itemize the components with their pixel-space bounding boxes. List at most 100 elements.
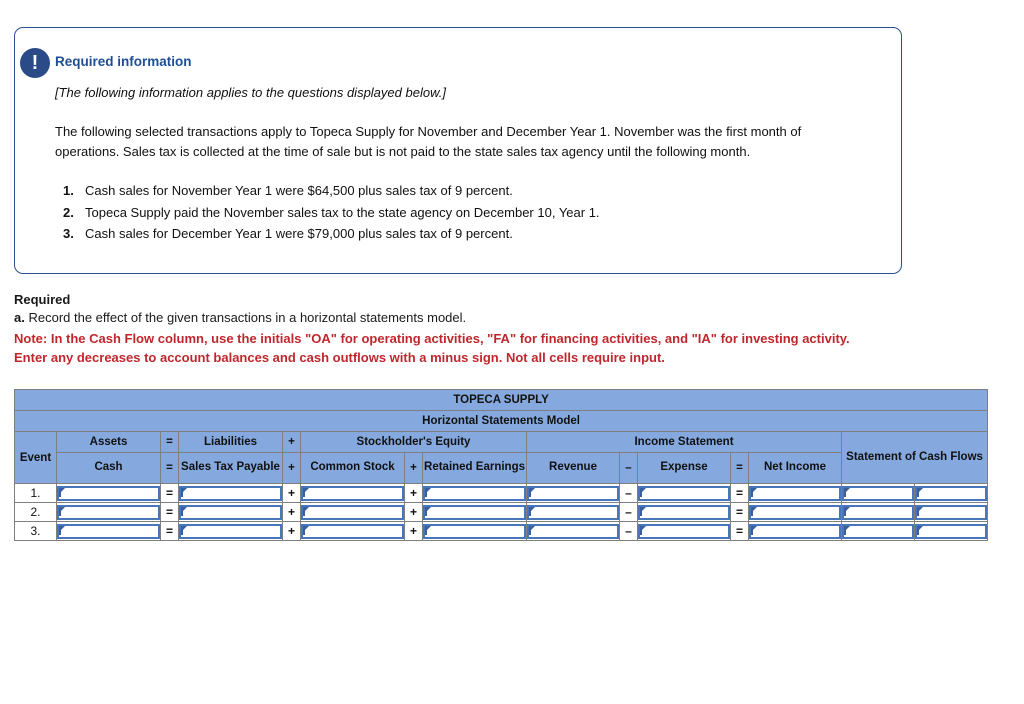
- liabilities-group-header: Liabilities: [178, 431, 283, 453]
- table-row: 1. = + + – =: [14, 483, 989, 503]
- common-stock-input-cell[interactable]: [300, 521, 405, 541]
- income-statement-group-header: Income Statement: [526, 431, 842, 453]
- cash-flow-amount-input-cell[interactable]: [841, 521, 915, 541]
- expense-input[interactable]: [638, 523, 730, 539]
- horizontal-statements-model-table: TOPECA SUPPLY Horizontal Statements Mode…: [13, 389, 989, 541]
- required-item-a: a. Record the effect of the given transa…: [14, 309, 904, 327]
- cash-flow-amount-input-cell[interactable]: [841, 483, 915, 503]
- common-stock-input-cell[interactable]: [300, 502, 405, 522]
- exclamation-glyph: !: [31, 52, 39, 74]
- cash-flow-activity-input-cell[interactable]: [913, 483, 989, 503]
- retained-earnings-input[interactable]: [423, 485, 526, 501]
- required-item-label: a.: [14, 310, 25, 325]
- plus-operator-1: +: [282, 521, 301, 541]
- cash-input[interactable]: [57, 485, 160, 501]
- sales-tax-payable-input-cell[interactable]: [178, 521, 283, 541]
- revenue-input-cell[interactable]: [526, 502, 620, 522]
- row-number: 2.: [14, 502, 57, 522]
- expense-column-header: Expense: [637, 452, 731, 484]
- equals-operator-2: =: [730, 483, 749, 503]
- net-income-input-cell[interactable]: [748, 483, 842, 503]
- cash-flow-amount-input[interactable]: [842, 485, 914, 501]
- company-title: TOPECA SUPPLY: [13, 389, 989, 411]
- common-stock-column-header: Common Stock: [300, 452, 405, 484]
- cash-input[interactable]: [57, 504, 160, 520]
- minus-operator: –: [619, 502, 638, 522]
- sales-tax-payable-input[interactable]: [179, 485, 282, 501]
- plus-operator-subheader-1: +: [282, 452, 301, 484]
- expense-input-cell[interactable]: [637, 521, 731, 541]
- net-income-input[interactable]: [749, 504, 841, 520]
- common-stock-input[interactable]: [301, 504, 404, 520]
- callout-italic-note: [The following information applies to th…: [55, 85, 446, 100]
- equals-operator: =: [160, 502, 179, 522]
- retained-earnings-column-header: Retained Earnings: [422, 452, 527, 484]
- table-row: 3. = + + – =: [14, 521, 989, 541]
- plus-operator-header: +: [282, 431, 301, 453]
- cash-flow-activity-input-cell[interactable]: [913, 521, 989, 541]
- revenue-input-cell[interactable]: [526, 521, 620, 541]
- expense-input[interactable]: [638, 504, 730, 520]
- table-subtitle-row: Horizontal Statements Model: [13, 410, 989, 432]
- required-section: Required a. Record the effect of the giv…: [14, 292, 904, 368]
- net-income-input[interactable]: [749, 523, 841, 539]
- revenue-input-cell[interactable]: [526, 483, 620, 503]
- retained-earnings-input-cell[interactable]: [422, 502, 527, 522]
- required-item-text: Record the effect of the given transacti…: [28, 310, 467, 325]
- plus-operator-2: +: [404, 483, 423, 503]
- required-heading: Required: [14, 292, 71, 307]
- equals-operator-header: =: [160, 431, 179, 453]
- list-item: Cash sales for December Year 1 were $79,…: [63, 223, 513, 245]
- common-stock-input[interactable]: [301, 485, 404, 501]
- net-income-input-cell[interactable]: [748, 521, 842, 541]
- group-header-row: Event Assets = Liabilities + Stockholder…: [14, 431, 989, 484]
- expense-input-cell[interactable]: [637, 502, 731, 522]
- minus-operator-subheader: –: [619, 452, 638, 484]
- plus-operator-subheader-2: +: [404, 452, 423, 484]
- expense-input[interactable]: [638, 485, 730, 501]
- cash-flow-activity-input[interactable]: [915, 523, 988, 539]
- cash-flow-amount-input-cell[interactable]: [841, 502, 915, 522]
- cash-flow-activity-input-cell[interactable]: [913, 502, 989, 522]
- revenue-input[interactable]: [527, 504, 619, 520]
- net-income-column-header: Net Income: [748, 452, 842, 484]
- retained-earnings-input-cell[interactable]: [422, 521, 527, 541]
- callout-paragraph: The following selected transactions appl…: [55, 124, 802, 160]
- equals-operator-2: =: [730, 502, 749, 522]
- revenue-input[interactable]: [527, 485, 619, 501]
- plus-operator-2: +: [404, 502, 423, 522]
- cash-flow-amount-input[interactable]: [842, 523, 914, 539]
- retained-earnings-input-cell[interactable]: [422, 483, 527, 503]
- row-number: 3.: [14, 521, 57, 541]
- sales-tax-payable-column-header: Sales Tax Payable: [178, 452, 283, 484]
- sales-tax-payable-input-cell[interactable]: [178, 483, 283, 503]
- common-stock-input[interactable]: [301, 523, 404, 539]
- cash-input-cell[interactable]: [56, 483, 161, 503]
- retained-earnings-input[interactable]: [423, 523, 526, 539]
- cash-input-cell[interactable]: [56, 521, 161, 541]
- model-title: Horizontal Statements Model: [13, 410, 989, 432]
- net-income-input[interactable]: [749, 485, 841, 501]
- minus-operator: –: [619, 483, 638, 503]
- sales-tax-payable-input[interactable]: [179, 523, 282, 539]
- retained-earnings-input[interactable]: [423, 504, 526, 520]
- cash-flow-activity-input[interactable]: [915, 485, 988, 501]
- sales-tax-payable-input-cell[interactable]: [178, 502, 283, 522]
- cash-input-cell[interactable]: [56, 502, 161, 522]
- revenue-input[interactable]: [527, 523, 619, 539]
- net-income-input-cell[interactable]: [748, 502, 842, 522]
- equals-operator-subheader: =: [160, 452, 179, 484]
- assets-group-header: Assets: [56, 431, 161, 453]
- common-stock-input-cell[interactable]: [300, 483, 405, 503]
- plus-operator-1: +: [282, 483, 301, 503]
- cash-flow-activity-input[interactable]: [915, 504, 988, 520]
- cash-input[interactable]: [57, 523, 160, 539]
- expense-input-cell[interactable]: [637, 483, 731, 503]
- equals-operator-2: =: [730, 521, 749, 541]
- required-note: Note: In the Cash Flow column, use the i…: [14, 331, 850, 366]
- revenue-column-header: Revenue: [526, 452, 620, 484]
- sales-tax-payable-input[interactable]: [179, 504, 282, 520]
- equals-operator: =: [160, 483, 179, 503]
- cash-flow-amount-input[interactable]: [842, 504, 914, 520]
- equals-operator: =: [160, 521, 179, 541]
